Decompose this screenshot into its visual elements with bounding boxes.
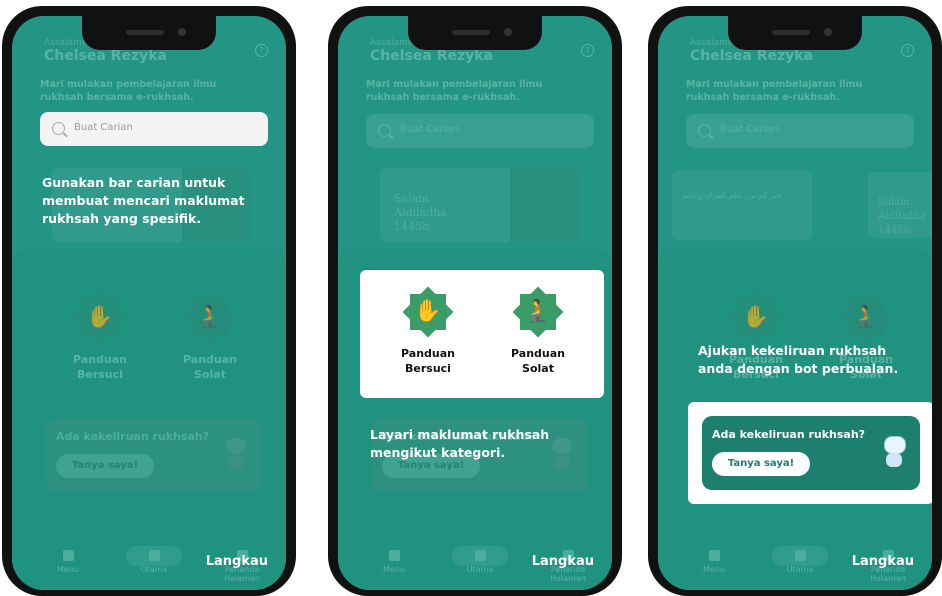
search-input[interactable]: Buat Carian xyxy=(40,112,268,146)
tutorial-overlay xyxy=(12,16,286,590)
card-question: Ada kekeliruan rukhsah? xyxy=(712,428,866,441)
tutorial-tip: Ajukan kekeliruan rukhsah anda dengan bo… xyxy=(698,343,899,376)
onboarding-screen-1: Assalamualaikum Chelsea Rezyka ? Mari mu… xyxy=(12,16,286,590)
notch xyxy=(408,16,542,50)
category-solat[interactable]: 🧎 Panduan Solat xyxy=(498,286,578,376)
hand-washing-icon: ✋ xyxy=(402,286,454,338)
category-label: Panduan Solat xyxy=(511,347,565,375)
tutorial-tip: Layari maklumat rukhsah mengikut kategor… xyxy=(370,427,550,460)
chatbot-card: Ada kekeliruan rukhsah? Tanya saya! xyxy=(702,416,920,490)
notch xyxy=(82,16,216,50)
skip-button[interactable]: Langkau xyxy=(206,554,268,569)
category-highlight: ✋ Panduan Bersuci 🧎 Panduan Solat xyxy=(360,270,604,398)
skip-button[interactable]: Langkau xyxy=(852,554,914,569)
phone-frame-1: Assalamualaikum Chelsea Rezyka ? Mari mu… xyxy=(2,6,296,596)
prayer-icon: 🧎 xyxy=(512,286,564,338)
chatbot-highlight: Ada kekeliruan rukhsah? Tanya saya! xyxy=(688,402,932,504)
onboarding-screen-2: Assalamualaikum Chelsea Rezyka ? Mari mu… xyxy=(338,16,612,590)
robot-icon xyxy=(880,436,908,470)
category-label: Panduan Bersuci xyxy=(401,347,455,375)
search-placeholder: Buat Carian xyxy=(74,122,133,133)
tutorial-tip: Gunakan bar carian untuk membuat mencari… xyxy=(42,175,245,226)
phone-frame-2: Assalamualaikum Chelsea Rezyka ? Mari mu… xyxy=(328,6,622,596)
notch xyxy=(728,16,862,50)
ask-button[interactable]: Tanya saya! xyxy=(712,452,810,476)
phone-frame-3: Assalamualaikum Chelsea Rezyka ? Mari mu… xyxy=(648,6,942,596)
category-bersuci[interactable]: ✋ Panduan Bersuci xyxy=(388,286,468,376)
search-icon xyxy=(52,122,65,135)
skip-button[interactable]: Langkau xyxy=(532,554,594,569)
onboarding-screen-3: Assalamualaikum Chelsea Rezyka ? Mari mu… xyxy=(658,16,932,590)
